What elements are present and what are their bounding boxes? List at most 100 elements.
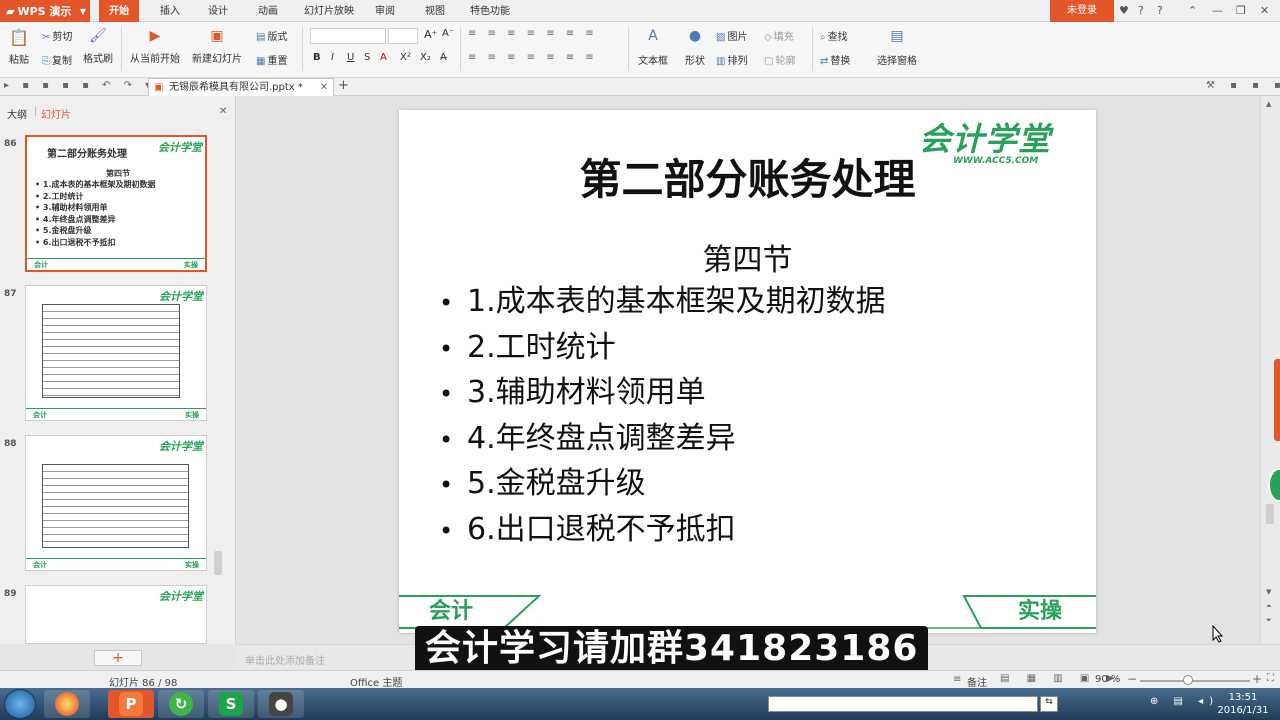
fit-window-icon[interactable]: ⛶ [1267,673,1274,684]
shadow-button[interactable]: S [364,52,370,63]
replace-button[interactable]: ⇄ 替换 [820,52,850,67]
cut-button[interactable]: ✂ 剪切 [42,28,72,43]
zoom-out-icon[interactable]: − [1127,672,1137,686]
align-buttons[interactable]: ≡ ≡ ≡ ≡ ≡ ≡ ≡ [468,52,598,63]
taskbar-app-browser[interactable] [44,690,90,718]
tab-special-features[interactable]: 特色功能 [460,0,520,22]
slide-thumbnail-86[interactable]: 第二部分账务处理 会计学堂 第四节 • 1.成本表的基本框架及期初数据 • 2.… [25,135,207,272]
new-tab-icon[interactable]: + [338,78,349,93]
tab-slideshow[interactable]: 幻灯片放映 [294,0,364,22]
vertical-scrollbar[interactable]: ▲ ▼ ⏶ ⏷ [1260,96,1280,644]
tab-view[interactable]: 视图 [415,0,455,22]
restore-icon[interactable]: ❐ [1236,4,1246,17]
slide-thumbnail-89[interactable]: 会计学堂 [25,585,207,644]
font-name-select[interactable] [310,28,386,44]
tab-design[interactable]: 设计 [198,0,238,22]
zoom-slider-handle[interactable] [1183,675,1193,685]
slide-title[interactable]: 第二部分账务处理 [399,146,1096,207]
panel-scrollbar-thumb[interactable] [214,551,222,575]
next-slide-icon[interactable]: ⏷ [1266,616,1272,625]
taskbar-app-360[interactable]: ↻ [158,690,204,718]
outline-icon: ▢ [764,56,774,67]
font-color-button[interactable]: A [380,52,387,63]
shape-button[interactable]: ● 形状 [680,28,710,67]
new-slide-button[interactable]: ▣ 新建幻灯片 [191,28,243,65]
login-button[interactable]: 未登录 [1050,0,1114,22]
collapse-ribbon-icon[interactable]: ⌃ [1188,4,1197,17]
zoom-slider[interactable] [1140,680,1250,682]
clear-format-button[interactable]: A̶ [440,52,447,63]
fill-button[interactable]: ◇ 填充 [764,28,794,43]
slide-thumbnail-88[interactable]: 会计学堂 会计 实操 [25,435,207,571]
scroll-down-icon[interactable]: ▼ [1266,588,1271,596]
thumb-table [42,464,189,548]
outline-button[interactable]: ▢ 轮廓 [764,52,795,67]
start-button[interactable] [4,689,36,719]
font-size-select[interactable] [388,28,418,44]
tab-insert[interactable]: 插入 [150,0,190,22]
tray-icons[interactable]: ⊕ ▤ ◂) [1150,696,1219,707]
reset-icon: ▦ [256,56,266,67]
format-painter-button[interactable]: 🖌 格式刷 [82,28,114,65]
taskbar-app-wps-spreadsheet[interactable]: S [208,690,254,718]
side-tab-indicator[interactable] [1274,359,1280,441]
slide-section[interactable]: 第四节 [399,235,1096,279]
list-format-buttons[interactable]: ≡ ≡ ≡ ≡ ≡ ≡ ≡ [468,28,598,39]
divider [460,27,461,71]
layout-button[interactable]: ▤ 版式 [256,28,287,43]
grow-font-button[interactable]: A⁺ [424,28,437,41]
system-clock[interactable]: 13:51 2016/1/31 [1210,691,1276,717]
wps-spreadsheet-icon: S [219,692,243,716]
bold-button[interactable]: B [313,52,321,63]
play-from-current-button[interactable]: ▶ 从当前开始 [128,28,182,65]
add-slide-button[interactable]: + [94,650,142,666]
wps-app-menu-button[interactable]: ▰ WPS 演示 ▼ [0,0,90,22]
shrink-font-button[interactable]: A⁻ [442,28,454,39]
thumb-number: 88 [4,439,17,449]
zoom-in-icon[interactable]: + [1252,672,1262,686]
superscript-button[interactable]: X² [400,52,411,63]
tab-animation[interactable]: 动画 [248,0,288,22]
subscript-button[interactable]: X₂ [420,52,431,63]
minimize-icon[interactable]: — [1212,4,1223,17]
close-icon[interactable]: ✕ [1260,4,1269,17]
divider [302,27,303,71]
prev-slide-icon[interactable]: ⏶ [1266,602,1272,611]
quick-access-icons[interactable]: ▸ ▪ ▪ ▪ ▪ ↶ ↷ ▾ [4,80,155,91]
copy-icon: ⎘ [42,56,50,67]
picture-button[interactable]: ▨ 图片 [716,28,747,43]
taskbar-address-input[interactable] [768,696,1038,712]
bullet-list[interactable]: 1.成本表的基本框架及期初数据 2.工时统计 3.辅助材料领用单 4.年终盘点调… [439,280,886,554]
list-item: 5.金税盘升级 [439,462,886,508]
paste-button[interactable]: 📋 粘贴 [8,28,30,66]
notes-toggle-icon[interactable]: ≡ [953,674,961,685]
notes-toggle[interactable]: 备注 [967,674,987,689]
tab-outline[interactable]: 大纲 [7,106,27,121]
textbox-button[interactable]: A 文本框 [636,28,670,67]
tab-home[interactable]: 开始 [99,0,139,22]
scrollbar-thumb[interactable] [1266,504,1274,524]
taskbar-app-recorder[interactable]: ● [258,690,304,718]
help-question-icon[interactable]: ? [1157,4,1163,17]
document-tab[interactable]: ▣ 无锡辰希模具有限公司.pptx * ✕ [148,78,334,96]
arrange-button[interactable]: ▥ 排列 [716,52,747,67]
selection-pane-button[interactable]: ▤ 选择窗格 [876,28,918,67]
skin-icon[interactable]: ♥ [1119,4,1129,17]
slide-thumbnail-87[interactable]: 会计学堂 会计 实操 [25,285,207,421]
floating-badge[interactable] [1268,468,1280,502]
window-tool-icons[interactable]: ⚒ ▪ ▪ ▪ [1206,80,1280,91]
scroll-up-icon[interactable]: ▲ [1266,100,1271,108]
taskbar-app-wps-presentation[interactable]: P [108,690,154,718]
tab-review[interactable]: 审阅 [365,0,405,22]
help-icon[interactable]: ? [1138,4,1144,17]
close-panel-icon[interactable]: ✕ [219,106,227,117]
find-button[interactable]: ⌕ 查找 [820,28,848,43]
italic-button[interactable]: I [331,52,334,63]
reset-button[interactable]: ▦ 重置 [256,52,287,67]
underline-button[interactable]: U [347,52,354,63]
slide[interactable]: 会计学堂 WWW.ACC5.COM 第二部分账务处理 第四节 1.成本表的基本框… [399,110,1096,633]
close-tab-icon[interactable]: ✕ [320,79,328,96]
copy-button[interactable]: ⎘ 复制 [42,52,72,67]
tab-slides[interactable]: 幻灯片 [41,106,71,121]
go-icon[interactable]: ⇆ [1040,696,1058,712]
